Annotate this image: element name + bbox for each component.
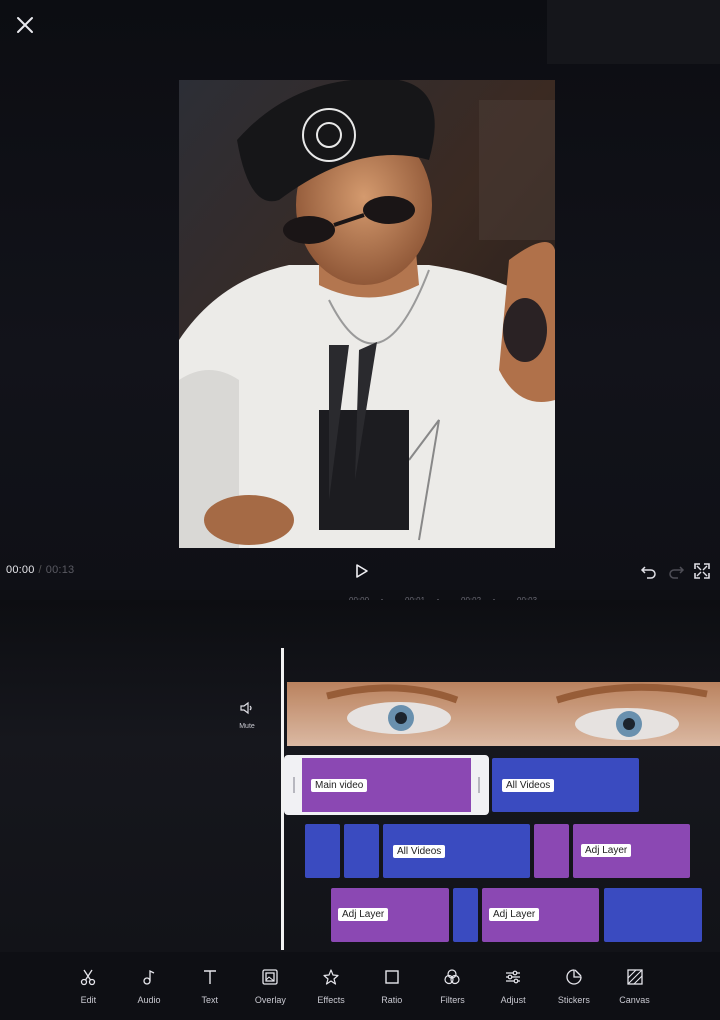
tool-ratio[interactable]: Ratio [361, 966, 422, 1010]
tool-label: Ratio [381, 995, 403, 1005]
fullscreen-icon [694, 563, 710, 579]
tool-text[interactable]: Text [179, 966, 240, 1010]
clip-segment[interactable] [453, 888, 478, 942]
music-note-icon [143, 969, 155, 985]
current-time: 00:00 [6, 564, 35, 576]
mute-label: Mute [239, 723, 255, 730]
eyes-thumbnail-image [287, 682, 720, 746]
overlay-icon [262, 969, 279, 985]
top-right-panel [547, 0, 720, 64]
tool-adjust[interactable]: Adjust [483, 966, 544, 1010]
fullscreen-button[interactable] [693, 562, 711, 580]
tool-label: Effects [317, 995, 345, 1005]
redo-button[interactable] [667, 562, 685, 580]
tool-overlay[interactable]: Overlay [240, 966, 301, 1010]
ratio-icon [385, 970, 399, 984]
tool-label: Overlay [254, 995, 286, 1005]
filters-icon [444, 969, 461, 985]
clip-segment[interactable] [305, 824, 340, 878]
clip-adj-layer[interactable]: Adj Layer [331, 888, 449, 942]
playhead[interactable] [281, 648, 284, 950]
canvas-icon [626, 969, 643, 985]
clip-main-video[interactable]: Main video [284, 755, 489, 815]
tool-label: Adjust [500, 995, 526, 1005]
clip-adj-layer[interactable]: Adj Layer [482, 888, 599, 942]
tool-label: Filters [440, 995, 465, 1005]
sticker-icon [566, 969, 582, 985]
clip-all-videos[interactable]: All Videos [492, 758, 639, 812]
scissors-icon [81, 969, 96, 986]
preview-frame-image [179, 80, 555, 548]
clip-label: All Videos [393, 845, 446, 858]
clip-right-handle[interactable] [471, 757, 487, 813]
tool-stickers[interactable]: Stickers [544, 966, 605, 1010]
tool-label: Stickers [557, 995, 590, 1005]
text-icon [203, 970, 216, 984]
play-button[interactable] [351, 561, 371, 581]
time-readout: 00:00/00:13 [6, 564, 74, 576]
tool-effects[interactable]: Effects [301, 966, 362, 1010]
tool-label: Edit [80, 995, 97, 1005]
effects-star-icon [323, 969, 339, 985]
video-track-thumbnails[interactable] [287, 682, 720, 746]
redo-icon [669, 566, 685, 579]
clip-segment[interactable] [344, 824, 379, 878]
clip-adj-layer[interactable]: Adj Layer [573, 824, 690, 878]
tool-filters[interactable]: Filters [422, 966, 483, 1010]
undo-button[interactable] [640, 562, 658, 580]
total-time: 00:13 [45, 564, 75, 576]
bottom-toolbar: Edit Audio Text Overlay Effects Ratio Fi… [58, 966, 688, 1010]
clip-label: Adj Layer [581, 844, 632, 857]
close-button[interactable] [12, 12, 38, 38]
video-preview[interactable] [179, 80, 555, 548]
tool-label: Audio [137, 995, 161, 1005]
clip-left-handle[interactable] [286, 757, 302, 813]
clip-label: All Videos [502, 779, 555, 792]
mute-button[interactable]: Mute [232, 700, 262, 730]
clip-label: Adj Layer [338, 908, 389, 921]
clip-segment[interactable] [604, 888, 702, 942]
close-icon [17, 17, 33, 33]
play-icon [356, 564, 368, 578]
tool-canvas[interactable]: Canvas [604, 966, 665, 1010]
tool-label: Canvas [619, 995, 650, 1005]
undo-icon [640, 566, 656, 579]
clip-label: Main video [311, 779, 368, 792]
tool-label: Text [201, 995, 218, 1005]
tool-edit[interactable]: Edit [58, 966, 119, 1010]
speaker-muted-icon [240, 701, 252, 715]
clip-label: Adj Layer [489, 908, 540, 921]
clip-all-videos[interactable]: All Videos [383, 824, 530, 878]
time-separator: / [38, 564, 42, 576]
clip-segment[interactable] [534, 824, 569, 878]
tool-audio[interactable]: Audio [119, 966, 180, 1010]
adjust-sliders-icon [506, 970, 521, 984]
